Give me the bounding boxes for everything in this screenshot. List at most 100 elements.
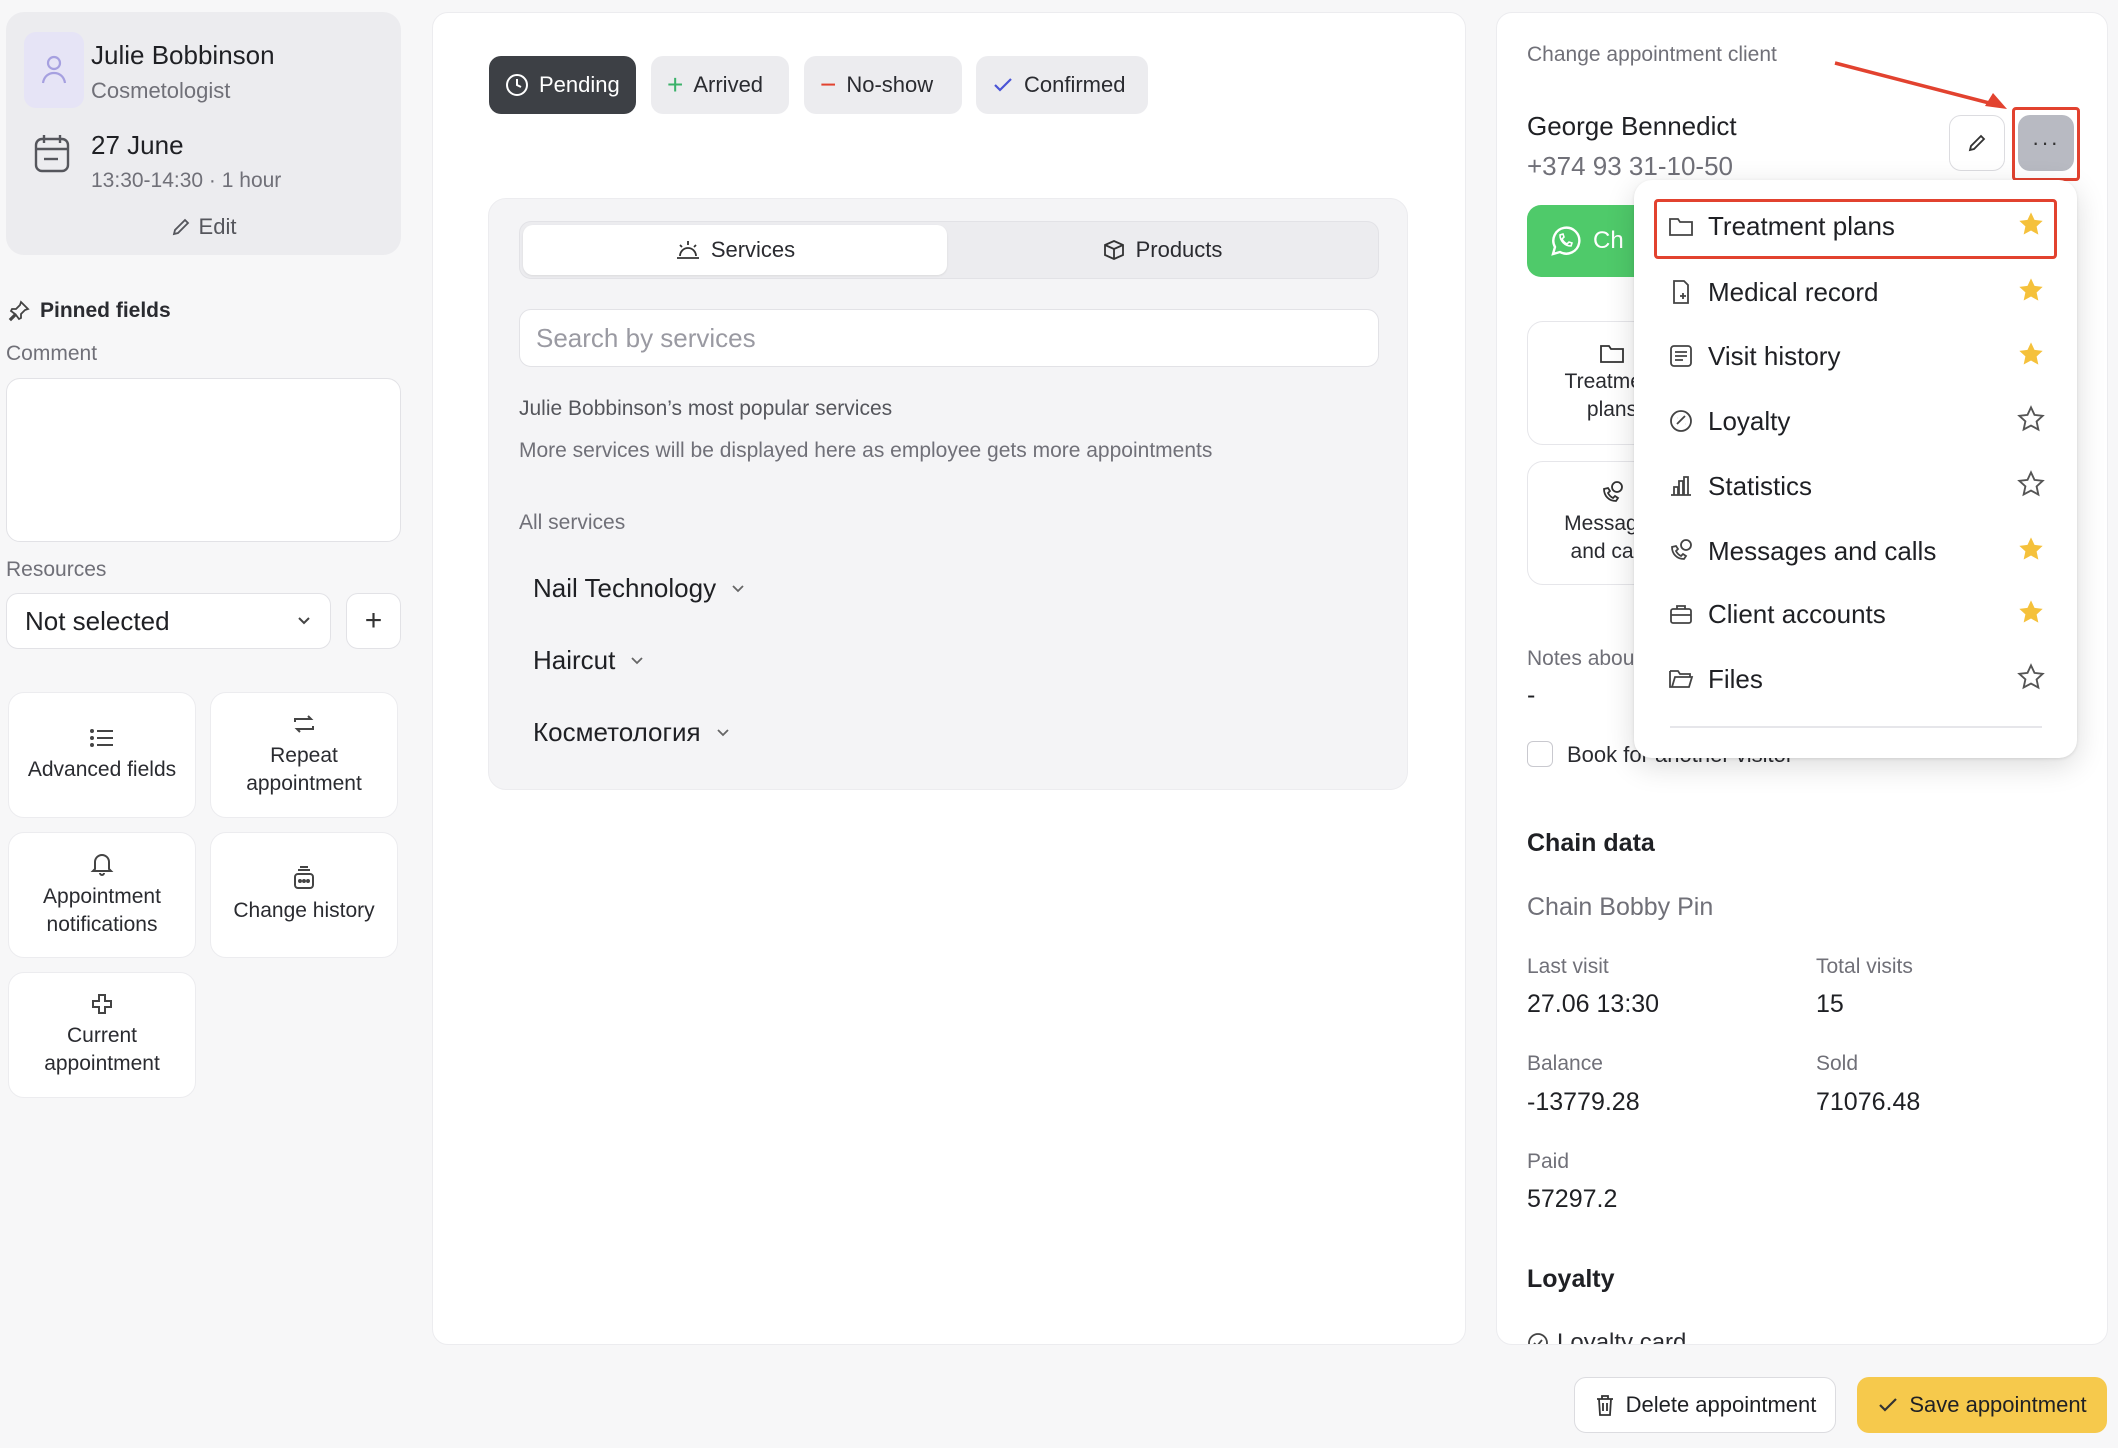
menu-item-messages-calls[interactable]: Messages and calls xyxy=(1654,523,2057,579)
phone-chat-icon xyxy=(1671,539,1692,560)
chain-name: Chain Bobby Pin xyxy=(1527,893,1714,921)
whatsapp-label: Ch xyxy=(1593,227,1624,254)
menu-divider xyxy=(1670,726,2042,728)
category-nail-technology[interactable]: Nail Technology xyxy=(533,573,746,604)
category-haircut[interactable]: Haircut xyxy=(533,645,645,676)
status-label: No-show xyxy=(846,72,934,97)
menu-item-label: Files xyxy=(1708,663,1763,694)
category-label: Haircut xyxy=(533,645,616,675)
tile-label: Change history xyxy=(233,899,375,922)
appointment-time: 13:30-14:30 · 1 hour xyxy=(91,169,282,192)
status-arrived-button[interactable]: + Arrived xyxy=(651,56,789,114)
medical-record-icon xyxy=(1673,280,1689,304)
client-more-menu: Treatment plans Medical record Visit his… xyxy=(1634,180,2077,758)
book-for-another-checkbox[interactable] xyxy=(1527,741,1553,767)
tile-current-appointment[interactable]: Current appointment xyxy=(8,972,196,1098)
star-filled-icon[interactable] xyxy=(2017,598,2045,626)
bell-icon xyxy=(90,854,114,876)
balance-label: Balance xyxy=(1527,1052,1603,1075)
loyalty-title: Loyalty xyxy=(1527,1265,1615,1293)
calendar-icon xyxy=(34,135,70,173)
last-visit-label: Last visit xyxy=(1527,955,1609,978)
menu-item-label: Visit history xyxy=(1708,340,1841,371)
category-label: Nail Technology xyxy=(533,573,717,603)
popular-services-title: Julie Bobbinson’s most popular services xyxy=(519,397,893,420)
star-filled-icon[interactable] xyxy=(2017,340,2045,368)
services-search-input[interactable]: Search by services xyxy=(519,309,1379,367)
services-panel: Services Products Search by services Jul… xyxy=(488,198,1408,790)
loyalty-icon xyxy=(1528,1333,1548,1344)
menu-item-label: Messages and calls xyxy=(1708,535,1937,566)
tile-repeat-appointment[interactable]: Repeat appointment xyxy=(210,692,398,818)
menu-item-medical-record[interactable]: Medical record xyxy=(1654,264,2057,320)
tile-appointment-notifications[interactable]: Appointment notifications xyxy=(8,832,196,958)
star-filled-icon[interactable] xyxy=(2017,535,2045,563)
folder-open-icon xyxy=(1669,670,1694,688)
client-phone: +374 93 31-10-50 xyxy=(1527,151,1734,181)
menu-item-files[interactable]: Files xyxy=(1654,651,2057,707)
menu-item-label: Medical record xyxy=(1708,276,1879,307)
tab-label: Products xyxy=(1135,237,1223,262)
save-label: Save appointment xyxy=(1909,1392,2087,1417)
star-filled-icon[interactable] xyxy=(2017,276,2045,304)
tab-services[interactable]: Services xyxy=(523,225,947,275)
highlight-more-button xyxy=(2012,107,2080,181)
trash-icon xyxy=(1596,1395,1613,1416)
all-services-label: All services xyxy=(519,511,626,534)
change-client-link[interactable]: Change appointment client xyxy=(1527,43,1777,67)
highlight-treatment-plans xyxy=(1654,199,2057,259)
menu-item-statistics[interactable]: Statistics xyxy=(1654,458,2057,514)
edit-client-button[interactable] xyxy=(1949,115,2005,171)
pin-icon xyxy=(8,300,30,322)
save-appointment-button[interactable]: Save appointment xyxy=(1857,1377,2107,1433)
star-outline-icon[interactable] xyxy=(2017,663,2045,691)
pinned-fields-heading: Pinned fields xyxy=(8,299,171,323)
chevron-down-icon xyxy=(716,728,729,736)
menu-item-label: Loyalty xyxy=(1708,405,1791,436)
menu-item-label: Statistics xyxy=(1708,470,1813,501)
check-icon xyxy=(1879,1398,1898,1412)
notes-value: - xyxy=(1527,681,1536,709)
menu-item-loyalty[interactable]: Loyalty xyxy=(1654,393,2057,449)
last-visit-value: 27.06 13:30 xyxy=(1527,990,1660,1018)
tile-change-history[interactable]: Change history xyxy=(210,832,398,958)
clock-icon xyxy=(506,74,528,96)
services-products-toggle: Services Products xyxy=(519,221,1379,279)
status-confirmed-button[interactable]: Confirmed xyxy=(976,56,1148,114)
balance-value: -13779.28 xyxy=(1527,1088,1640,1116)
comment-field[interactable] xyxy=(6,378,401,542)
add-resource-button[interactable]: + xyxy=(346,593,401,649)
delete-appointment-button[interactable]: Delete appointment xyxy=(1574,1377,1836,1433)
visit-history-icon xyxy=(1670,345,1692,367)
folder-icon xyxy=(1600,345,1624,363)
resources-select[interactable]: Not selected xyxy=(6,593,331,649)
edit-appointment-button[interactable]: Edit xyxy=(6,214,401,240)
loyalty-icon xyxy=(1670,410,1692,432)
resources-label: Resources xyxy=(6,558,107,581)
category-cosmetology[interactable]: Косметология xyxy=(533,717,731,748)
delete-label: Delete appointment xyxy=(1625,1392,1817,1417)
menu-item-client-accounts[interactable]: Client accounts xyxy=(1654,586,2057,642)
tile-advanced-fields[interactable]: Advanced fields xyxy=(8,692,196,818)
status-label: Confirmed xyxy=(1024,72,1126,97)
star-outline-icon[interactable] xyxy=(2017,470,2045,498)
status-pending-button[interactable]: Pending xyxy=(489,56,636,114)
check-icon xyxy=(994,78,1012,92)
employee-name: Julie Bobbinson xyxy=(91,40,275,70)
chevron-down-icon xyxy=(732,584,744,592)
status-label: Pending xyxy=(539,72,620,97)
tile-label: Current appointment xyxy=(44,1024,160,1075)
chevron-down-icon xyxy=(631,656,643,664)
status-noshow-button[interactable]: − No-show xyxy=(804,56,962,114)
statistics-icon xyxy=(1671,476,1691,496)
edit-label: Edit xyxy=(198,214,237,239)
employee-card: Julie Bobbinson Cosmetologist 27 June 13… xyxy=(6,12,401,255)
loyalty-card-row[interactable]: Loyalty card xyxy=(1527,1329,1686,1344)
plus-icon: + xyxy=(364,604,383,637)
client-name: George Bennedict xyxy=(1527,111,1737,141)
total-visits-label: Total visits xyxy=(1816,955,1913,978)
tab-products[interactable]: Products xyxy=(950,225,1374,275)
menu-item-visit-history[interactable]: Visit history xyxy=(1654,328,2057,384)
star-outline-icon[interactable] xyxy=(2017,405,2045,433)
pencil-icon xyxy=(172,218,189,236)
